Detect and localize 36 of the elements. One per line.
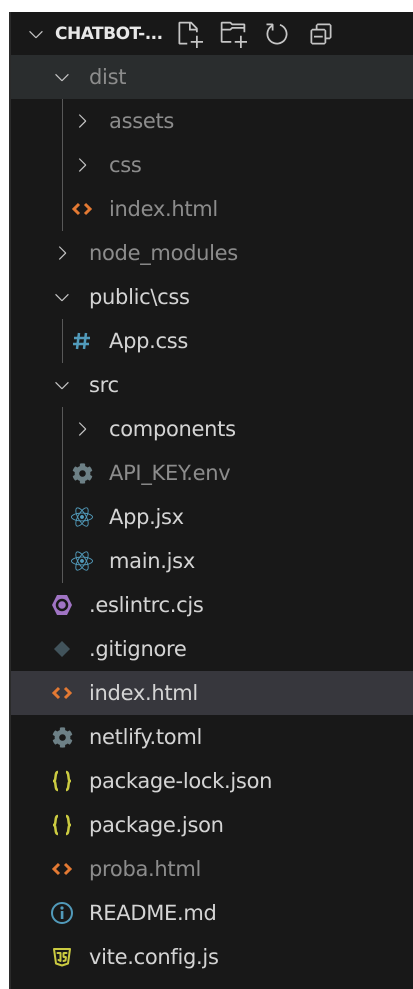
file-item[interactable]: README.md [11,891,413,935]
file-item[interactable]: package.json [11,803,413,847]
folder-item[interactable]: css [11,143,413,187]
folder-item[interactable]: components [11,407,413,451]
explorer-title: CHATBOT-... [55,24,163,44]
folder-item[interactable]: dist [11,55,413,99]
file-item[interactable]: API_KEY.env [11,451,413,495]
braces-icon [51,770,73,792]
braces-icon [51,814,73,836]
hexagon-icon [50,593,74,617]
diamond-icon [53,640,71,658]
file-item[interactable]: netlify.toml [11,715,413,759]
file-item[interactable]: App.css [11,319,413,363]
folder-item[interactable]: public\css [11,275,413,319]
atom-icon [71,550,93,572]
hash-icon [72,331,92,351]
javascript-icon [50,945,74,969]
file-item[interactable]: App.jsx [11,495,413,539]
folder-item[interactable]: src [11,363,413,407]
file-item[interactable]: proba.html [11,847,413,891]
folder-item[interactable]: node_modules [11,231,413,275]
gear-icon [52,726,72,748]
file-item[interactable]: vite.config.js [11,935,413,979]
file-item[interactable]: .eslintrc.cjs [11,583,413,627]
atom-icon [71,506,93,528]
file-item[interactable]: index.html [11,187,413,231]
file-item[interactable]: package-lock.json [11,759,413,803]
angle-brackets-icon [52,861,72,877]
angle-brackets-icon [52,685,72,701]
gear-icon [72,462,92,484]
info-icon [50,901,74,925]
angle-brackets-icon [72,201,92,217]
file-item[interactable]: main.jsx [11,539,413,583]
file-item[interactable]: index.html [11,671,413,715]
file-item[interactable]: .gitignore [11,627,413,671]
folder-item[interactable]: assets [11,99,413,143]
